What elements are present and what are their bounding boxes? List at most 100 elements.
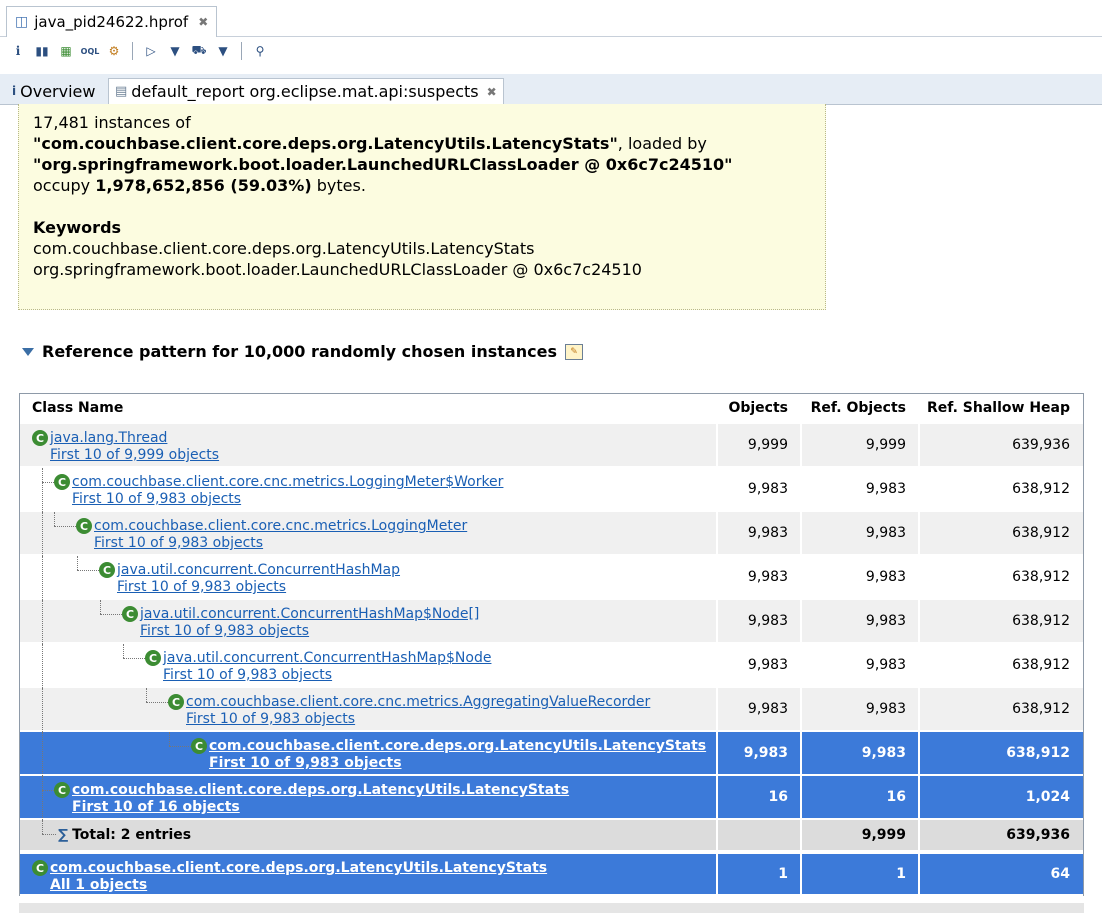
ref-heap-cell: 638,912 [918, 688, 1082, 730]
tree-line [123, 658, 145, 660]
close-icon[interactable]: ✖ [198, 15, 208, 29]
info-icon[interactable]: i [10, 43, 26, 59]
table-total-row[interactable]: ∑ Total: 2 entries 9,999 639,936 [20, 820, 1083, 852]
class-name-link[interactable]: java.util.concurrent.ConcurrentHashMap [117, 562, 400, 579]
tree-line [77, 556, 79, 570]
tree-line [146, 702, 168, 704]
table-row[interactable]: Ccom.couchbase.client.core.deps.org.Late… [20, 732, 1083, 776]
class-name-cell: Ccom.couchbase.client.core.deps.org.Late… [20, 776, 716, 820]
class-name-link[interactable]: com.couchbase.client.core.cnc.metrics.Lo… [94, 518, 467, 535]
ref-heap-cell: 638,912 [918, 468, 1082, 510]
ref-objects-cell: 9,983 [800, 600, 918, 642]
tab-report[interactable]: ▤ default_report org.eclipse.mat.api:sus… [108, 78, 504, 104]
summary-bytes-suffix: bytes. [316, 176, 366, 195]
table-row[interactable]: Ccom.couchbase.client.core.cnc.metrics.A… [20, 688, 1083, 732]
objects-link[interactable]: First 10 of 9,983 objects [72, 491, 503, 508]
header-ref-heap[interactable]: Ref. Shallow Heap [918, 400, 1082, 416]
chevron-down-icon[interactable]: ▼ [167, 43, 183, 59]
ref-objects-cell: 16 [800, 776, 918, 818]
tree-line [42, 644, 44, 688]
class-name-cell: Cjava.util.concurrent.ConcurrentHashMap$… [20, 644, 716, 688]
editor-tab[interactable]: ◫ java_pid24622.hprof ✖ [6, 6, 218, 37]
ref-objects-cell: 9,983 [800, 732, 918, 774]
class-name-link[interactable]: com.couchbase.client.core.cnc.metrics.Ag… [186, 694, 650, 711]
tree-line [100, 600, 102, 614]
chevron-down-icon[interactable]: ▼ [215, 43, 231, 59]
section-title: Reference pattern for 10,000 randomly ch… [42, 342, 557, 361]
objects-cell: 9,983 [716, 556, 800, 598]
table-row[interactable]: Ccom.couchbase.client.core.cnc.metrics.L… [20, 468, 1083, 512]
header-ref-objects[interactable]: Ref. Objects [800, 400, 918, 416]
class-name-link[interactable]: com.couchbase.client.core.deps.org.Laten… [209, 738, 706, 755]
tab-report-label: default_report org.eclipse.mat.api:suspe… [131, 82, 479, 101]
ref-objects-cell: 9,999 [800, 424, 918, 466]
keyword-1: com.couchbase.client.core.deps.org.Laten… [33, 239, 535, 258]
objects-link[interactable]: First 10 of 9,983 objects [186, 711, 650, 728]
objects-link[interactable]: First 10 of 9,983 objects [94, 535, 467, 552]
total-label: Total: 2 entries [72, 827, 192, 843]
dominator-tree-icon[interactable]: ▦ [58, 43, 74, 59]
close-icon[interactable]: ✖ [487, 85, 497, 99]
oql-icon[interactable]: OQL [81, 43, 100, 59]
class-name-link[interactable]: com.couchbase.client.core.deps.org.Laten… [50, 860, 547, 877]
class-name-cell: Ccom.couchbase.client.core.cnc.metrics.L… [20, 512, 716, 556]
objects-link[interactable]: First 10 of 9,983 objects [117, 579, 400, 596]
table-row[interactable]: Cjava.util.concurrent.ConcurrentHashMap F… [20, 556, 1083, 600]
ref-heap-cell: 638,912 [918, 556, 1082, 598]
section-heading[interactable]: Reference pattern for 10,000 randomly ch… [22, 342, 583, 361]
tree-line [42, 556, 44, 600]
table-row[interactable]: Ccom.couchbase.client.core.cnc.metrics.L… [20, 512, 1083, 556]
collapse-triangle-icon[interactable] [22, 347, 34, 356]
class-icon: C [54, 782, 70, 798]
tree-line [42, 512, 44, 556]
table-row[interactable]: Cjava.util.concurrent.ConcurrentHashMap$… [20, 600, 1083, 644]
total-ref-objects: 9,999 [800, 820, 918, 850]
table-row[interactable]: Cjava.util.concurrent.ConcurrentHashMap$… [20, 644, 1083, 688]
class-name-link[interactable]: com.couchbase.client.core.deps.org.Laten… [72, 782, 569, 799]
class-name-link[interactable]: com.couchbase.client.core.cnc.metrics.Lo… [72, 474, 503, 491]
tree-line [146, 688, 148, 702]
toolbar: i ▮▮ ▦ OQL ⚙ ▷ ▼ ⛟ ▼ ⚲ [0, 37, 1102, 65]
toolbar-separator [241, 42, 242, 60]
inner-tabbar: i Overview ▤ default_report org.eclipse.… [0, 74, 1102, 105]
ref-objects-cell: 9,983 [800, 556, 918, 598]
heap-dump-overview-icon[interactable]: ⚙ [106, 43, 122, 59]
class-name-link[interactable]: java.util.concurrent.ConcurrentHashMap$N… [163, 650, 491, 667]
tree-line [42, 688, 44, 732]
objects-link[interactable]: First 10 of 9,999 objects [50, 447, 219, 464]
header-objects[interactable]: Objects [716, 400, 800, 416]
class-name-link[interactable]: java.util.concurrent.ConcurrentHashMap$N… [140, 606, 479, 623]
class-name-cell: Cjava.util.concurrent.ConcurrentHashMap$… [20, 600, 716, 644]
objects-link[interactable]: First 10 of 16 objects [72, 799, 569, 816]
objects-link[interactable]: First 10 of 9,983 objects [140, 623, 479, 640]
suspect-summary: 17,481 instances of "com.couchbase.clien… [18, 104, 826, 310]
objects-link[interactable]: First 10 of 9,983 objects [163, 667, 491, 684]
tree-line [42, 834, 56, 836]
search-icon[interactable]: ⚲ [252, 43, 268, 59]
table-row[interactable]: Cjava.lang.Thread First 10 of 9,999 objec… [20, 424, 1083, 468]
tab-overview[interactable]: i Overview [6, 78, 101, 104]
class-name-link[interactable]: java.lang.Thread [50, 430, 219, 447]
class-name-cell: Ccom.couchbase.client.core.deps.org.Late… [20, 854, 716, 894]
query-browser-icon[interactable]: ⛟ [191, 43, 207, 59]
objects-link[interactable]: All 1 objects [50, 877, 547, 894]
ref-heap-cell: 638,912 [918, 732, 1082, 774]
table-row[interactable]: Ccom.couchbase.client.core.deps.org.Late… [20, 852, 1083, 896]
histogram-icon[interactable]: ▮▮ [34, 43, 50, 59]
objects-link[interactable]: First 10 of 9,983 objects [209, 755, 706, 772]
ref-objects-cell: 9,983 [800, 512, 918, 554]
run-report-icon[interactable]: ▷ [143, 43, 159, 59]
summary-occupy: occupy [33, 176, 91, 195]
horizontal-scrollbar[interactable] [19, 903, 1084, 913]
keywords-title: Keywords [33, 218, 122, 237]
class-name-cell: Ccom.couchbase.client.core.cnc.metrics.L… [20, 468, 716, 512]
table-body: Cjava.lang.Thread First 10 of 9,999 objec… [20, 424, 1083, 896]
class-name-cell: Cjava.util.concurrent.ConcurrentHashMap F… [20, 556, 716, 600]
class-icon: C [168, 694, 184, 710]
table-row[interactable]: Ccom.couchbase.client.core.deps.org.Late… [20, 776, 1083, 820]
objects-cell: 1 [716, 854, 800, 894]
header-class-name[interactable]: Class Name [20, 400, 716, 416]
table-header: Class Name Objects Ref. Objects Ref. Sha… [20, 394, 1083, 424]
details-icon[interactable]: ✎ [564, 343, 583, 360]
tree-line [169, 746, 191, 748]
